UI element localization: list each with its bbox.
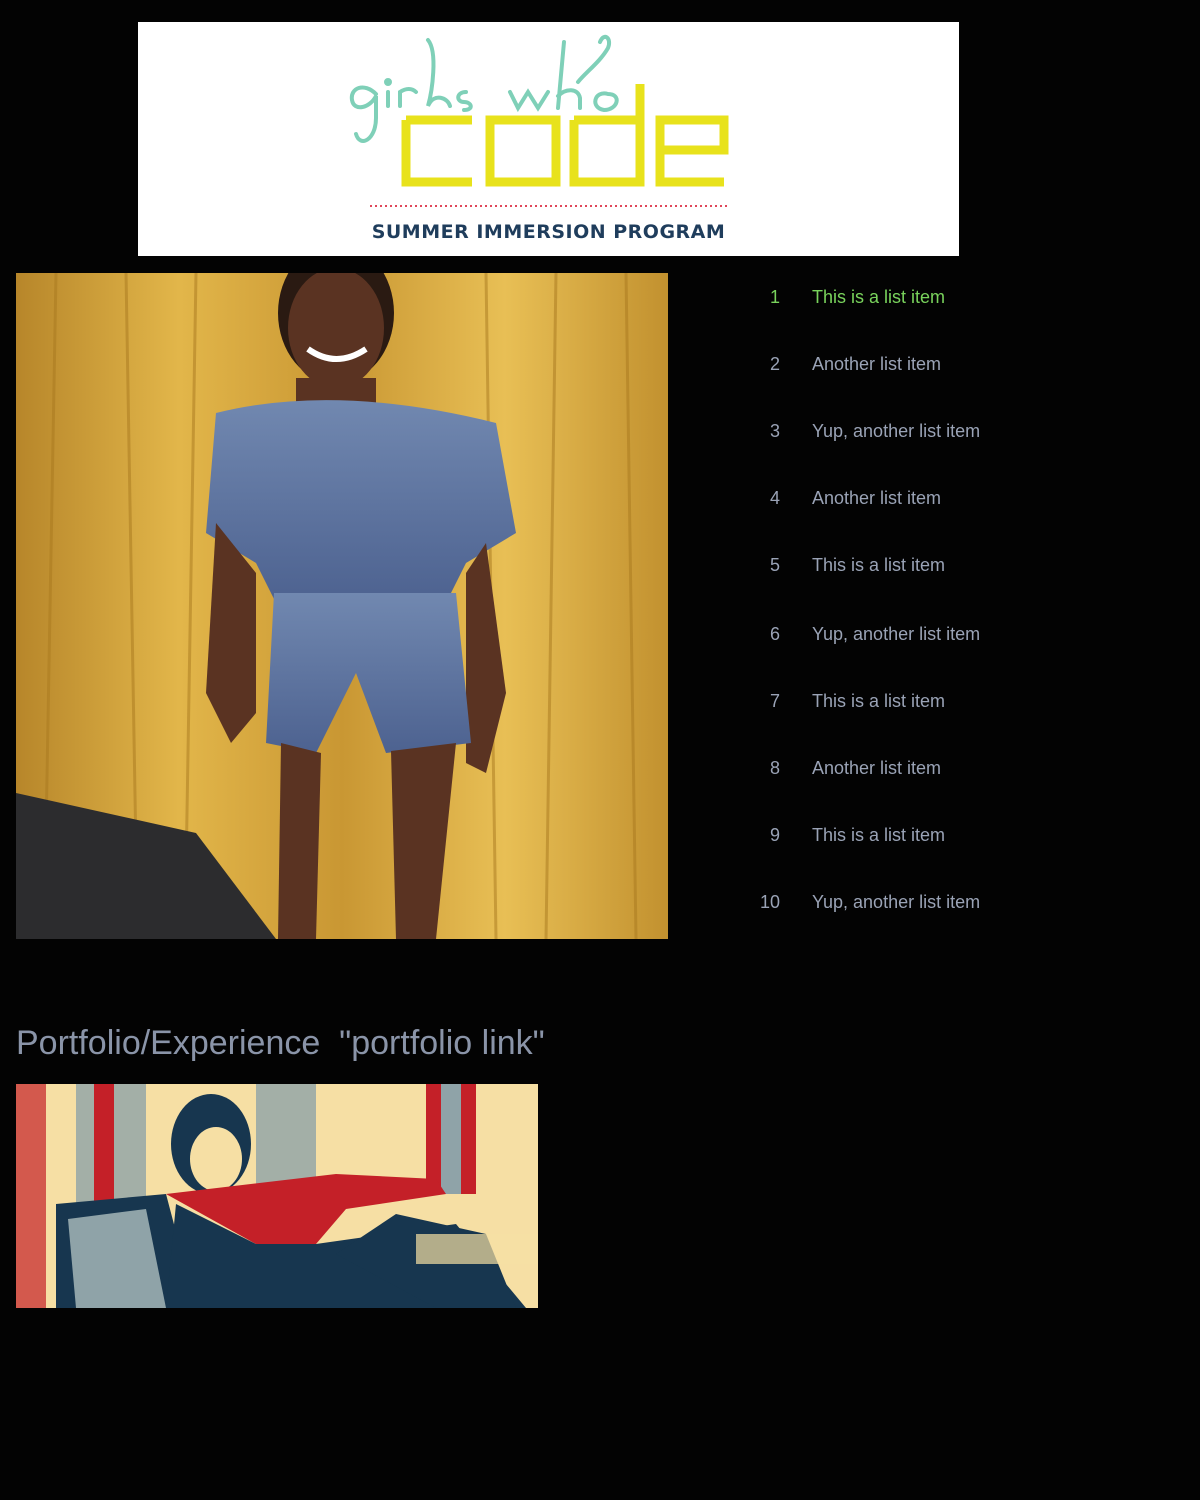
- list-item-number: 9: [769, 825, 780, 845]
- list-item-number: 6: [769, 624, 780, 644]
- list-item-number: 3: [769, 421, 780, 441]
- list-item-label: This is a list item: [812, 691, 946, 711]
- list-item-label: This is a list item: [812, 555, 946, 575]
- poster-art: [16, 1084, 538, 1308]
- banner: SUMMER IMMERSION PROGRAM: [138, 22, 959, 256]
- banner-tagline: SUMMER IMMERSION PROGRAM: [371, 221, 726, 243]
- poster-art-icon: [16, 1084, 538, 1308]
- list-item-label: This is a list item: [812, 825, 946, 845]
- profile-photo: [16, 273, 668, 939]
- list-item-number: 10: [759, 892, 780, 912]
- page: SUMMER IMMERSION PROGRAM 1 This is a lis…: [0, 0, 1200, 1500]
- list-item-label: Another list item: [812, 354, 942, 374]
- list-item-label: This is a list item: [812, 287, 946, 307]
- profile-photo-icon: [16, 273, 668, 939]
- list-item-number: 8: [769, 758, 780, 778]
- list-item-number: 1: [769, 287, 780, 307]
- list-item-number: 7: [769, 691, 780, 711]
- list-item-number: 5: [769, 555, 780, 575]
- list-item-label: Yup, another list item: [812, 624, 981, 644]
- list-item-number: 4: [769, 488, 780, 508]
- list-item-number: 2: [769, 354, 780, 374]
- list-item-label: Another list item: [812, 758, 942, 778]
- list-item-label: Yup, another list item: [812, 892, 981, 912]
- list-item-label: Another list item: [812, 488, 942, 508]
- list-item-label: Yup, another list item: [812, 421, 981, 441]
- portfolio-heading: Portfolio/Experience "portfolio link": [16, 1024, 545, 1062]
